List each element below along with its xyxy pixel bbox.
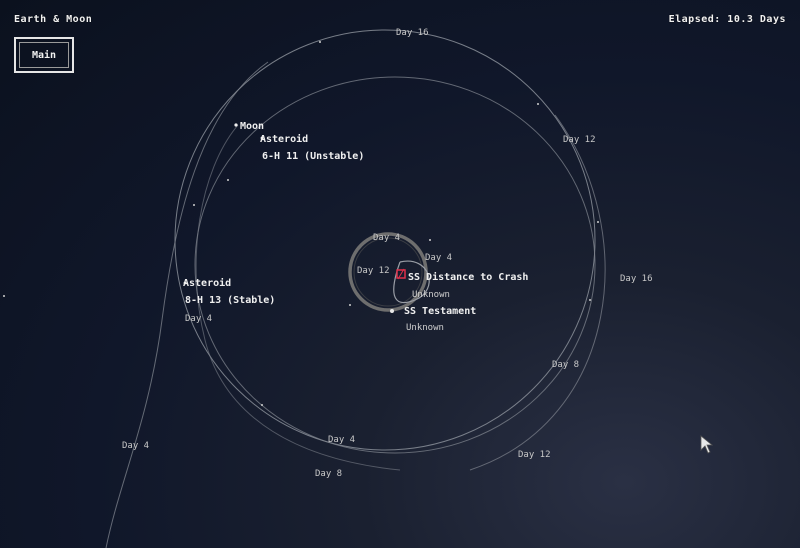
moon-label: Moon — [240, 121, 264, 132]
day-label: Day 8 — [315, 469, 342, 479]
day-label: Day 4 — [122, 441, 149, 451]
orbit-map[interactable]: Moon Asteroid 6-H 11 (Unstable) Asteroid… — [0, 0, 800, 548]
asteroid-west-title: Asteroid — [183, 277, 231, 289]
day-label: Day 8 — [552, 360, 579, 370]
elapsed-time: Elapsed: 10.3 Days — [668, 14, 786, 25]
trajectory-dot — [3, 295, 5, 297]
asteroid-west-detail: 8-H 13 (Stable) — [185, 295, 275, 306]
ship-distance-detail: Unknown — [412, 290, 450, 300]
trajectory-east — [469, 114, 606, 471]
scene-title: Earth & Moon — [14, 14, 93, 25]
day-label: Day 16 — [620, 274, 653, 284]
asteroid-north-title: Asteroid — [260, 133, 308, 145]
day-label: Day 4 — [185, 314, 212, 324]
main-button-label: Main — [31, 49, 57, 61]
testament-dot[interactable] — [390, 309, 394, 313]
ship-testament-detail: Unknown — [406, 323, 444, 333]
ship-testament-title: SS Testament — [404, 306, 476, 317]
inner-orbit — [194, 76, 596, 454]
main-button[interactable]: Main — [14, 37, 74, 73]
day-label: Day 4 — [425, 253, 452, 263]
ship-marker[interactable] — [396, 268, 406, 280]
day-label: Day 12 — [518, 450, 551, 460]
game-viewport[interactable]: Moon Asteroid 6-H 11 (Unstable) Asteroid… — [0, 0, 800, 548]
day-label: Day 12 — [357, 266, 390, 276]
mouse-cursor-icon — [700, 435, 714, 454]
ship-distance-title: SS Distance to Crash — [408, 271, 528, 283]
day-label: Day 4 — [373, 233, 400, 243]
asteroid-north-detail: 6-H 11 (Unstable) — [262, 151, 364, 162]
day-label: Day 16 — [396, 28, 429, 38]
moon-dot[interactable] — [234, 123, 238, 127]
day-label: Day 4 — [328, 435, 355, 445]
day-label: Day 12 — [563, 135, 596, 145]
